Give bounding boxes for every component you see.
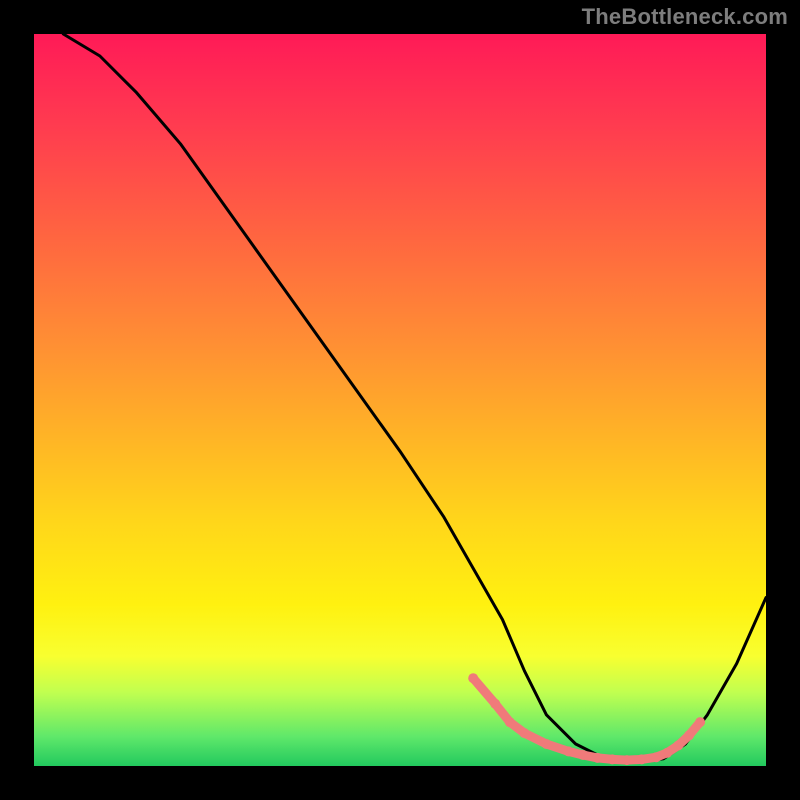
marker-dot	[651, 752, 661, 762]
marker-dot	[662, 748, 672, 758]
chart-container: TheBottleneck.com	[0, 0, 800, 800]
marker-dot	[563, 746, 573, 756]
marker-dot	[468, 673, 478, 683]
marker-dot	[607, 754, 617, 764]
marker-dot	[541, 739, 551, 749]
marker-dot	[622, 755, 632, 765]
watermark-text: TheBottleneck.com	[582, 4, 788, 30]
bottleneck-curve	[63, 34, 766, 762]
marker-dot	[578, 750, 588, 760]
marker-dot	[593, 753, 603, 763]
chart-svg	[34, 34, 766, 766]
marker-dot	[490, 699, 500, 709]
marker-dot	[505, 717, 515, 727]
marker-dot	[637, 754, 647, 764]
marker-dot	[695, 717, 705, 727]
marker-dot	[519, 728, 529, 738]
plot-area	[34, 34, 766, 766]
marker-dot	[684, 730, 694, 740]
marker-dot	[673, 741, 683, 751]
